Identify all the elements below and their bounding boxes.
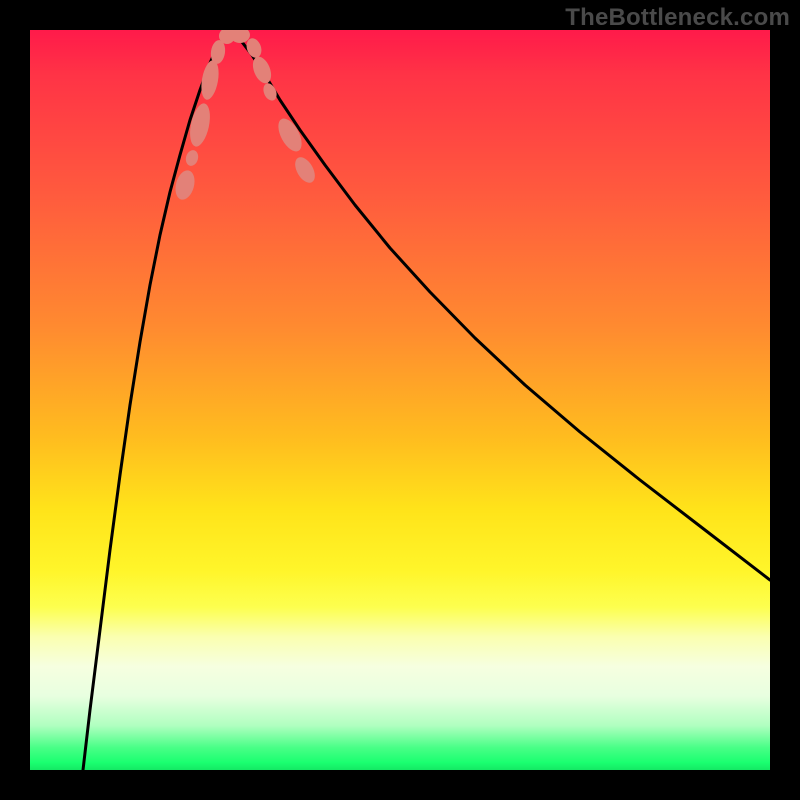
plot-svg xyxy=(30,30,770,770)
watermark-text: TheBottleneck.com xyxy=(565,4,790,32)
curve-right-curve xyxy=(230,32,770,580)
marker-11 xyxy=(291,154,319,186)
plot-area xyxy=(30,30,770,770)
curve-left-curve xyxy=(83,32,230,770)
chart-container: TheBottleneck.com xyxy=(0,0,800,800)
marker-1 xyxy=(184,149,200,168)
marker-3 xyxy=(199,59,222,101)
marker-2 xyxy=(187,102,214,149)
marker-10 xyxy=(274,115,307,155)
